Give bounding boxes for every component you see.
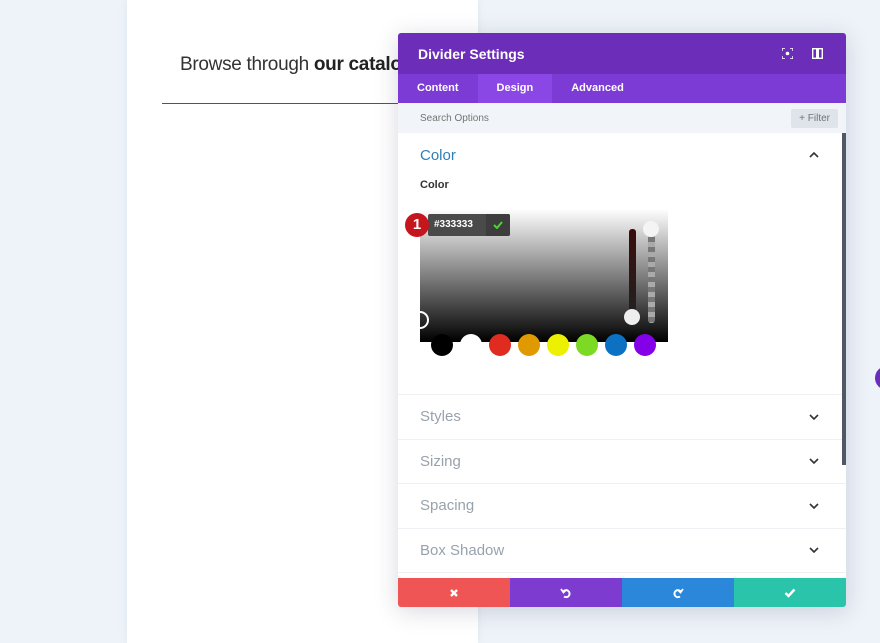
- hex-confirm-button[interactable]: [486, 214, 510, 236]
- color-swatch-4[interactable]: [547, 334, 569, 356]
- section-box-shadow[interactable]: Box Shadow: [398, 529, 846, 573]
- settings-scroll-area: Color Color #333333 1 Styles Sizing Spac…: [398, 133, 846, 577]
- redo-icon: [673, 587, 684, 598]
- color-picker-canvas[interactable]: #333333 1: [405, 209, 668, 342]
- section-spacing-title: Spacing: [420, 497, 475, 515]
- chevron-down-icon[interactable]: [808, 500, 820, 512]
- search-options-input[interactable]: [420, 112, 792, 124]
- undo-button[interactable]: [510, 578, 622, 607]
- section-color: Color Color #333333 1: [398, 133, 846, 395]
- filter-button[interactable]: + Filter: [791, 108, 838, 128]
- chevron-down-icon[interactable]: [808, 544, 820, 556]
- chevron-down-icon[interactable]: [808, 411, 820, 423]
- save-button[interactable]: [734, 578, 846, 607]
- saturation-handle[interactable]: [411, 311, 429, 329]
- section-box-shadow-title: Box Shadow: [420, 541, 505, 559]
- undo-icon: [560, 587, 571, 598]
- section-sizing-title: Sizing: [420, 452, 461, 470]
- color-swatch-3[interactable]: [518, 334, 540, 356]
- check-icon: [493, 221, 503, 229]
- panel-footer: [398, 578, 846, 607]
- hue-slider[interactable]: [629, 229, 636, 317]
- redo-button[interactable]: [622, 578, 734, 607]
- check-icon: [784, 588, 796, 598]
- section-spacing[interactable]: Spacing: [398, 484, 846, 529]
- section-color-header[interactable]: Color: [420, 133, 824, 177]
- color-swatch-0[interactable]: [431, 334, 453, 356]
- section-styles-title: Styles: [420, 408, 461, 426]
- close-icon: [450, 588, 458, 597]
- chevron-up-icon[interactable]: [808, 149, 820, 161]
- chevron-down-icon[interactable]: [808, 455, 820, 467]
- section-color-title: Color: [420, 146, 456, 164]
- divider-settings-panel: Divider Settings Content Design Advanced…: [398, 33, 846, 607]
- page-headline: Browse through our catalog: [180, 54, 413, 76]
- color-swatch-7[interactable]: [634, 334, 656, 356]
- tab-bar: Content Design Advanced: [398, 74, 846, 103]
- add-section-button[interactable]: [875, 366, 880, 390]
- section-styles[interactable]: Styles: [398, 395, 846, 440]
- tab-advanced[interactable]: Advanced: [552, 74, 643, 103]
- panel-header[interactable]: Divider Settings: [398, 33, 846, 74]
- focus-icon[interactable]: [778, 45, 796, 63]
- headline-regular-text: Browse through: [180, 54, 314, 75]
- sidebar-toggle-icon[interactable]: [808, 45, 826, 63]
- tab-content[interactable]: Content: [398, 74, 478, 103]
- hex-input[interactable]: #333333: [428, 214, 486, 236]
- color-swatch-2[interactable]: [489, 334, 511, 356]
- color-swatches: [420, 334, 656, 356]
- section-sizing[interactable]: Sizing: [398, 440, 846, 484]
- scrollbar[interactable]: [842, 133, 846, 465]
- opacity-slider-handle[interactable]: [643, 221, 659, 237]
- opacity-slider[interactable]: [648, 227, 655, 323]
- color-field-label: Color: [420, 179, 449, 191]
- tab-design[interactable]: Design: [477, 74, 553, 103]
- panel-title: Divider Settings: [418, 45, 525, 62]
- search-bar: + Filter: [398, 103, 846, 133]
- step-number-badge: 1: [405, 213, 429, 237]
- color-swatch-1[interactable]: [460, 334, 482, 356]
- cancel-button[interactable]: [398, 578, 510, 607]
- hex-input-box: #333333: [428, 214, 510, 236]
- color-swatch-5[interactable]: [576, 334, 598, 356]
- hue-slider-handle[interactable]: [624, 309, 640, 325]
- color-swatch-6[interactable]: [605, 334, 627, 356]
